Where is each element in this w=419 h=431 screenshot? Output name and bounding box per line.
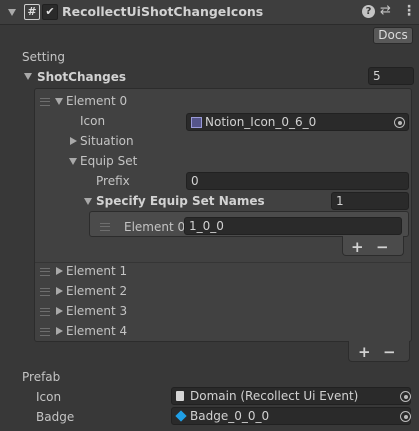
add-element-button[interactable]: +	[358, 344, 371, 360]
prefab-badge-value: Badge_0_0_0	[190, 409, 270, 423]
prefix-label: Prefix	[96, 174, 130, 188]
names-element-0-field[interactable]: 1_0_0	[184, 217, 402, 235]
icon-object-field[interactable]: Notion_Icon_0_6_0	[186, 113, 409, 131]
equip-set-foldout-icon[interactable]	[69, 158, 77, 165]
prefab-icon-label: Icon	[36, 390, 62, 404]
enabled-checkbox[interactable]: ✔	[42, 4, 58, 20]
icon-field-label: Icon	[80, 114, 106, 128]
sprite-icon	[191, 117, 202, 128]
shot-changes-label[interactable]: ShotChanges	[37, 69, 126, 85]
component-title: RecollectUiShotChangeIcons	[62, 4, 264, 19]
object-picker-icon[interactable]	[400, 391, 411, 402]
drag-handle-icon[interactable]	[100, 223, 110, 231]
names-element-0-label: Element 0	[124, 220, 186, 234]
remove-element-button[interactable]: −	[383, 344, 396, 360]
foldout-arrow-icon[interactable]	[8, 9, 16, 16]
nested-add-button[interactable]: +	[351, 239, 364, 255]
situation-label[interactable]: Situation	[80, 133, 134, 149]
element-2-label[interactable]: Element 2	[66, 283, 127, 299]
element-0-label[interactable]: Element 0	[66, 93, 127, 109]
drag-handle-icon[interactable]	[40, 288, 50, 296]
prefab-icon-value: Domain (Recollect Ui Event)	[190, 389, 359, 403]
element-1-label[interactable]: Element 1	[66, 263, 127, 279]
drag-handle-icon[interactable]	[40, 268, 50, 276]
prefab-section-label: Prefab	[22, 370, 61, 384]
drag-handle-icon[interactable]	[40, 98, 50, 106]
prefab-badge-label: Badge	[36, 410, 75, 424]
drag-handle-icon[interactable]	[40, 328, 50, 336]
icon-object-value: Notion_Icon_0_6_0	[205, 115, 317, 129]
prefix-field[interactable]: 0	[186, 172, 409, 190]
object-picker-icon[interactable]	[394, 117, 405, 128]
specify-names-label[interactable]: Specify Equip Set Names	[96, 193, 265, 209]
shot-changes-foldout-icon[interactable]	[24, 73, 32, 80]
object-picker-icon[interactable]	[400, 411, 411, 422]
shot-changes-size-field[interactable]: 5	[368, 67, 414, 85]
nested-remove-button[interactable]: −	[376, 239, 389, 255]
element-0-foldout-icon[interactable]	[55, 98, 63, 105]
setting-section-label: Setting	[22, 50, 65, 64]
more-menu-icon[interactable]: ⋮	[402, 3, 416, 19]
equip-set-label[interactable]: Equip Set	[80, 153, 137, 169]
element-3-foldout-icon[interactable]	[56, 307, 63, 315]
specify-names-size-field[interactable]: 1	[331, 192, 409, 210]
script-asset-icon	[176, 391, 184, 401]
help-icon[interactable]: ?	[362, 5, 375, 18]
element-2-foldout-icon[interactable]	[56, 287, 63, 295]
presets-icon[interactable]: ⇄	[380, 3, 391, 19]
drag-handle-icon[interactable]	[40, 308, 50, 316]
specify-names-foldout-icon[interactable]	[84, 198, 92, 205]
prefab-icon-field[interactable]: Domain (Recollect Ui Event)	[171, 387, 411, 405]
docs-button[interactable]: Docs	[373, 27, 413, 44]
element-3-label[interactable]: Element 3	[66, 303, 127, 319]
element-1-foldout-icon[interactable]	[56, 267, 63, 275]
script-icon: #	[24, 4, 40, 20]
situation-foldout-icon[interactable]	[70, 137, 77, 145]
prefab-badge-field[interactable]: Badge_0_0_0	[171, 407, 411, 425]
prefab-cube-icon	[175, 410, 187, 422]
element-4-foldout-icon[interactable]	[56, 327, 63, 335]
element-4-label[interactable]: Element 4	[66, 323, 127, 339]
